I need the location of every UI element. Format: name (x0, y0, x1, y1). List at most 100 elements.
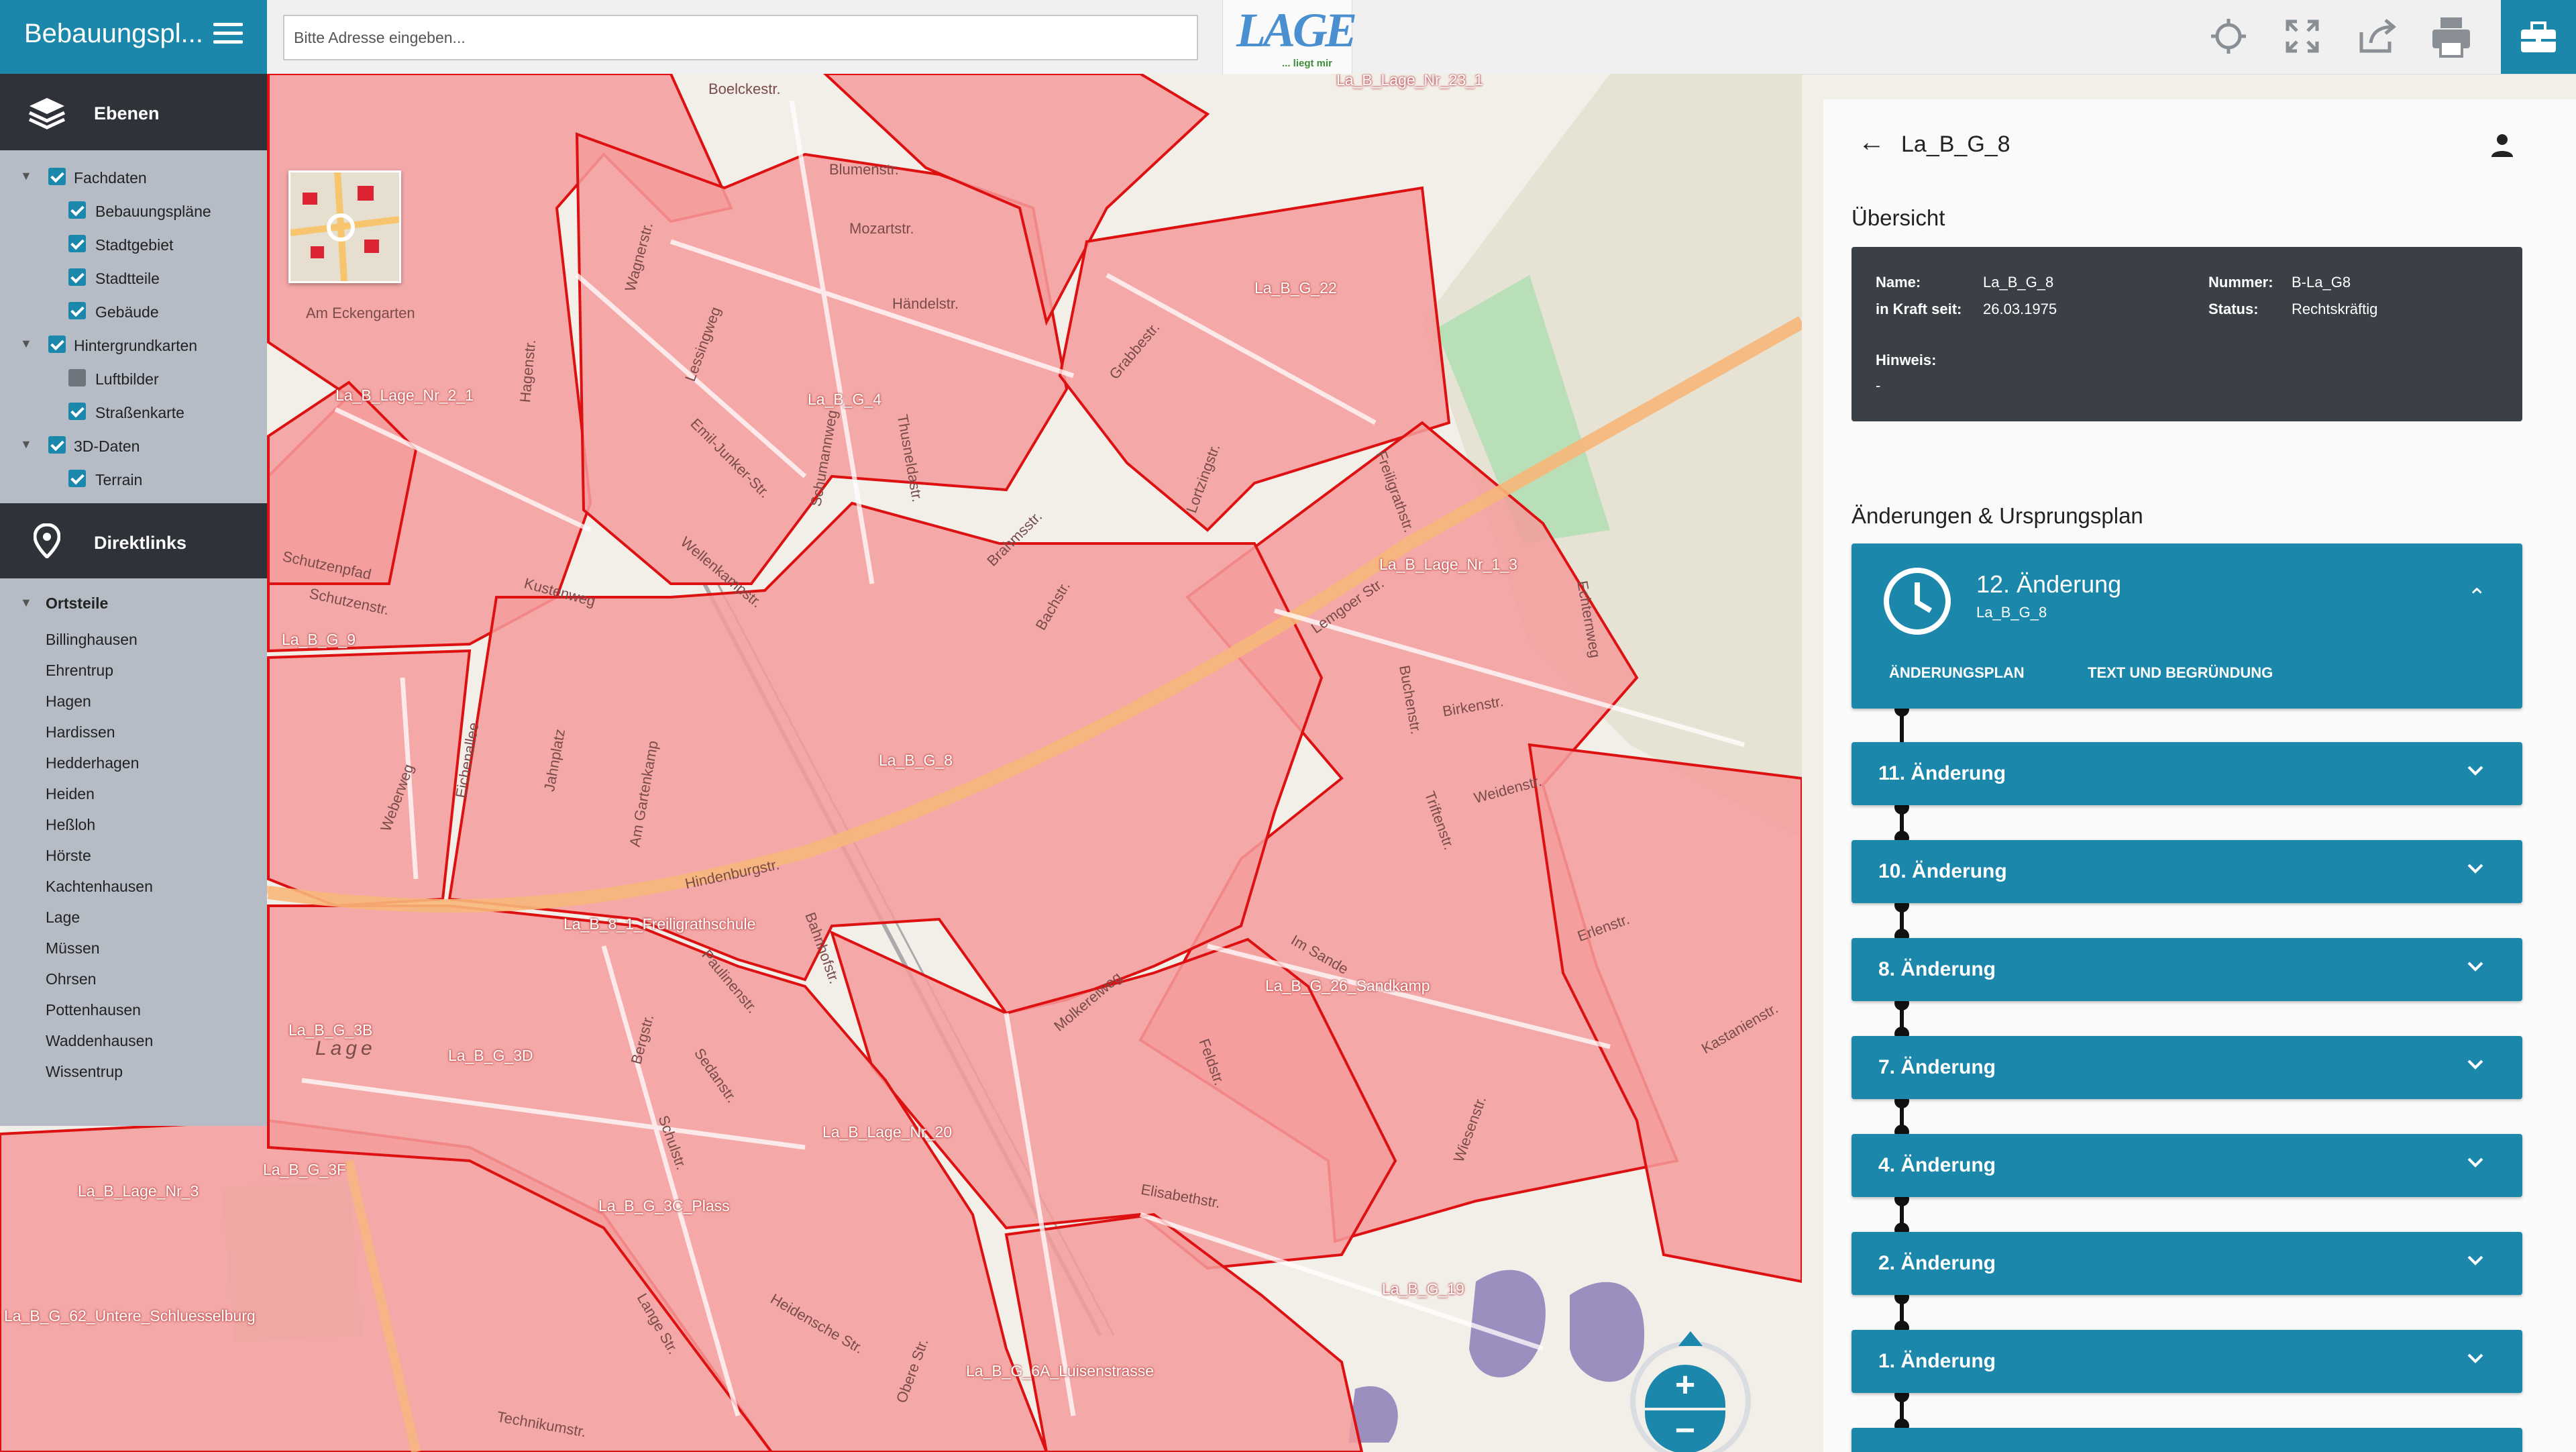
change-item[interactable]: 8. Änderung (1851, 938, 2522, 1001)
change-item[interactable]: 4. Änderung (1851, 1134, 2522, 1197)
layer-item-gebaeude[interactable]: Gebäude (0, 297, 267, 330)
layers-icon (28, 98, 66, 129)
print-icon[interactable] (2427, 12, 2475, 60)
change-item-label: 2. Änderung (1878, 1252, 1996, 1274)
back-arrow-icon[interactable]: ← (1858, 127, 1885, 158)
plan-label[interactable]: La_B_G_19 (1382, 1280, 1464, 1298)
overview-minimap[interactable] (288, 170, 401, 283)
expand-arrow-icon[interactable]: ▼ (20, 596, 32, 610)
plan-label[interactable]: La_B_8_1_Freiligrathschule (564, 915, 755, 933)
plan-label[interactable]: La_B_G_3C_Plass (598, 1197, 730, 1215)
layer-item-luftbilder[interactable]: Luftbilder (0, 364, 267, 397)
aenderungsplan-link[interactable]: ÄNDERUNGSPLAN (1889, 664, 2025, 682)
change-item-partial[interactable] (1851, 1428, 2522, 1452)
layer-checkbox[interactable] (48, 335, 66, 353)
place-link[interactable]: Billinghausen (0, 624, 267, 655)
map-canvas[interactable]: La_B_Lage_Nr_23_1 La_B_G_22 La_B_Lage_Nr… (0, 74, 1802, 1452)
user-icon[interactable] (2489, 132, 2516, 158)
place-link[interactable]: Kachtenhausen (0, 871, 267, 902)
chevron-down-icon[interactable] (2463, 1346, 2487, 1370)
town-label: Lage (315, 1037, 376, 1059)
layer-checkbox[interactable] (68, 470, 86, 487)
layer-checkbox[interactable] (68, 369, 86, 386)
place-link[interactable]: Hardissen (0, 717, 267, 747)
chevron-down-icon[interactable] (2463, 954, 2487, 978)
plan-label[interactable]: La_B_G_6A_Luisenstrasse (966, 1362, 1154, 1380)
layer-label: Stadtteile (95, 270, 160, 287)
place-link[interactable]: Ehrentrup (0, 655, 267, 686)
direktlinks-header[interactable]: Direktlinks (0, 503, 267, 578)
plan-label[interactable]: La_B_G_22 (1254, 279, 1337, 297)
compass-north-icon[interactable] (1678, 1331, 1703, 1346)
change-item[interactable]: 2. Änderung (1851, 1232, 2522, 1295)
place-link[interactable]: Heiden (0, 778, 267, 809)
layer-item-fachdaten[interactable]: ▼ Fachdaten (0, 162, 267, 196)
layer-checkbox[interactable] (68, 403, 86, 420)
change-item[interactable]: 11. Änderung (1851, 742, 2522, 805)
address-search-input[interactable] (283, 15, 1198, 60)
plan-label[interactable]: La_B_G_9 (282, 631, 356, 649)
share-icon[interactable] (2353, 12, 2402, 60)
layers-header[interactable]: Ebenen (0, 74, 267, 150)
plan-label[interactable]: La_B_G_3D (448, 1047, 533, 1065)
toolbox-icon[interactable] (2501, 0, 2576, 74)
chevron-down-icon[interactable] (2463, 1052, 2487, 1076)
plan-label[interactable]: La_B_G_8 (879, 751, 953, 770)
chevron-down-icon[interactable] (2463, 856, 2487, 880)
street-label: Boelckestr. (708, 81, 781, 97)
place-link[interactable]: Hörste (0, 840, 267, 871)
fullscreen-icon[interactable] (2278, 12, 2326, 60)
place-link[interactable]: Lage (0, 902, 267, 933)
place-link[interactable]: Müssen (0, 933, 267, 964)
plan-label[interactable]: La_B_G_26_Sandkamp (1265, 977, 1430, 995)
place-link[interactable]: Hagen (0, 686, 267, 717)
plan-label[interactable]: La_B_G_3F (263, 1161, 346, 1179)
expand-arrow-icon[interactable]: ▼ (20, 337, 32, 351)
layer-item-stadtteile[interactable]: Stadtteile (0, 263, 267, 297)
plan-label[interactable]: La_B_Lage_Nr_23_1 (1336, 74, 1483, 89)
current-change-card[interactable]: 12. Änderung La_B_G_8 ⌃ ÄNDERUNGSPLAN TE… (1851, 543, 2522, 709)
chevron-down-icon[interactable] (2463, 1150, 2487, 1174)
plan-label[interactable]: La_B_G_3B (288, 1021, 372, 1039)
place-link[interactable]: Ohrsen (0, 964, 267, 994)
change-item[interactable]: 10. Änderung (1851, 840, 2522, 903)
layer-checkbox[interactable] (68, 235, 86, 252)
crosshair-icon[interactable] (2204, 12, 2253, 60)
place-link[interactable]: Heßloh (0, 809, 267, 840)
plan-label[interactable]: La_B_G_4 (808, 391, 881, 409)
layer-item-bebauungsplaene[interactable]: Bebauungspläne (0, 196, 267, 229)
ortsteile-group[interactable]: ▼ Ortsteile (0, 593, 267, 624)
change-item[interactable]: 7. Änderung (1851, 1036, 2522, 1099)
place-link[interactable]: Wissentrup (0, 1056, 267, 1087)
layer-item-strassenkarte[interactable]: Straßenkarte (0, 397, 267, 431)
plan-label[interactable]: La_B_Lage_Nr_2_1 (335, 386, 474, 405)
change-item[interactable]: 1. Änderung (1851, 1330, 2522, 1393)
plan-label[interactable]: La_B_G_62_Untere_Schluesselburg (4, 1307, 256, 1325)
layer-checkbox[interactable] (68, 302, 86, 319)
lage-logo: LAGE ... liegt mir (1222, 0, 1357, 74)
chevron-up-icon[interactable]: ⌃ (2467, 584, 2487, 611)
layer-item-terrain[interactable]: Terrain (0, 464, 267, 498)
plan-label[interactable]: La_B_Lage_Nr_20 (822, 1123, 952, 1141)
layer-item-3d-daten[interactable]: ▼ 3D-Daten (0, 431, 267, 464)
plan-label[interactable]: La_B_Lage_Nr_1_3 (1379, 556, 1517, 574)
layer-checkbox[interactable] (68, 268, 86, 286)
place-link[interactable]: Hedderhagen (0, 747, 267, 778)
layer-item-stadtgebiet[interactable]: Stadtgebiet (0, 229, 267, 263)
logo-tagline: ... liegt mir (1282, 58, 1333, 69)
hamburger-menu-icon[interactable] (213, 19, 243, 48)
chevron-down-icon[interactable] (2463, 1248, 2487, 1272)
nummer-label: Nummer: (2208, 274, 2273, 291)
chevron-down-icon[interactable] (2463, 758, 2487, 782)
layer-checkbox[interactable] (48, 436, 66, 454)
expand-arrow-icon[interactable]: ▼ (20, 169, 32, 183)
plan-label[interactable]: La_B_Lage_Nr_3 (78, 1182, 199, 1200)
place-link[interactable]: Pottenhausen (0, 994, 267, 1025)
layer-item-hintergrundkarten[interactable]: ▼ Hintergrundkarten (0, 330, 267, 364)
status-value: Rechtskräftig (2292, 301, 2378, 317)
text-begruendung-link[interactable]: TEXT UND BEGRÜNDUNG (2088, 664, 2273, 682)
layer-checkbox[interactable] (68, 201, 86, 219)
layer-checkbox[interactable] (48, 168, 66, 185)
place-link[interactable]: Waddenhausen (0, 1025, 267, 1056)
expand-arrow-icon[interactable]: ▼ (20, 437, 32, 452)
